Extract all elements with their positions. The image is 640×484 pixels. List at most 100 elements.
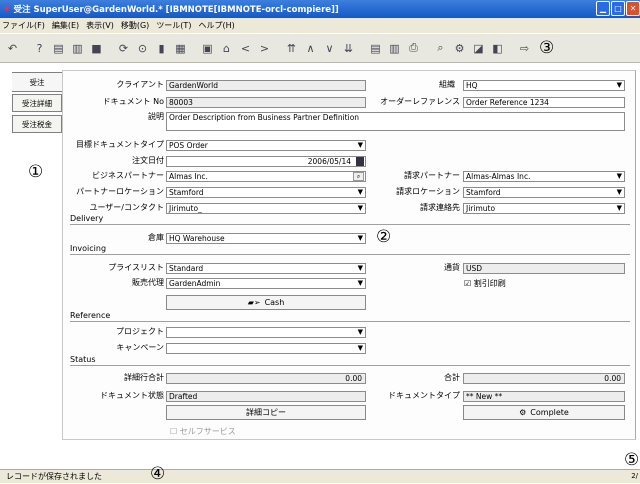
billloc-label: 請求ロケーション bbox=[396, 187, 460, 196]
copy-lines-button[interactable]: 詳細コピー bbox=[166, 405, 366, 420]
invoicing-section-title: Invoicing bbox=[70, 244, 107, 253]
tab-strip: 受注 受注詳細 受注税金 bbox=[12, 72, 62, 136]
first-record-icon[interactable]: ⇈ bbox=[283, 40, 300, 57]
grid-toggle-icon[interactable]: ▦ bbox=[172, 40, 189, 57]
delivery-divider bbox=[70, 224, 630, 225]
cash-icon: ▰➢ bbox=[247, 298, 261, 307]
request-icon[interactable]: ◪ bbox=[470, 40, 487, 57]
tab-order-lines[interactable]: 受注詳細 bbox=[12, 94, 62, 112]
menu-help[interactable]: ヘルプ(H) bbox=[198, 20, 234, 31]
find-icon[interactable]: ⊙ bbox=[134, 40, 151, 57]
orderdate-label: 注文日付 bbox=[132, 156, 164, 165]
docno-field[interactable]: 80003 bbox=[166, 97, 366, 108]
selfservice-label: セルフサービス bbox=[179, 427, 236, 436]
next-icon[interactable]: > bbox=[256, 40, 273, 57]
discount-checkbox[interactable]: ☑ 割引印刷 bbox=[464, 278, 506, 289]
complete-button[interactable]: ⚙ Complete bbox=[463, 405, 625, 420]
selfservice-checkbox[interactable]: ☐ セルフサービス bbox=[170, 426, 236, 437]
report-icon[interactable]: ▤ bbox=[367, 40, 384, 57]
tab-order[interactable]: 受注 bbox=[12, 72, 62, 92]
org-label: 組織 bbox=[439, 80, 455, 89]
status-divider bbox=[70, 365, 630, 366]
billloc-select[interactable]: Stamford bbox=[463, 187, 625, 198]
previous-record-icon[interactable]: ∧ bbox=[302, 40, 319, 57]
menu-tools[interactable]: ツール(T) bbox=[156, 20, 191, 31]
billbp-label: 請求パートナー bbox=[404, 171, 460, 180]
print-icon[interactable]: ⎙ bbox=[405, 40, 422, 57]
window-title: 受注 SuperUser@GardenWorld.* [IBMNOTE[IBMN… bbox=[13, 5, 339, 15]
next-record-icon[interactable]: ∨ bbox=[321, 40, 338, 57]
project-label: プロジェクト bbox=[116, 327, 164, 336]
invoicing-divider bbox=[70, 254, 630, 255]
tab-order-tax[interactable]: 受注税金 bbox=[12, 115, 62, 133]
history-icon[interactable]: ▣ bbox=[199, 40, 216, 57]
exit-icon[interactable]: ⇨ bbox=[516, 40, 533, 57]
archive-icon[interactable]: ▥ bbox=[386, 40, 403, 57]
status-bar: レコードが保存されました ④ 2/ bbox=[0, 466, 640, 483]
targetdoc-select[interactable]: POS Order bbox=[166, 140, 366, 151]
minimize-button[interactable]: ▁ bbox=[596, 1, 610, 16]
salesrep-label: 販売代理 bbox=[132, 278, 164, 287]
calendar-icon[interactable] bbox=[356, 157, 364, 166]
targetdoc-label: 目標ドキュメントタイプ bbox=[76, 140, 164, 149]
linetotal-label: 詳細行合計 bbox=[124, 373, 164, 382]
billcontact-select[interactable]: Jirimuto bbox=[463, 203, 625, 214]
maximize-button[interactable]: □ bbox=[611, 1, 625, 16]
org-select[interactable]: HQ bbox=[463, 80, 625, 91]
last-record-icon[interactable]: ⇊ bbox=[340, 40, 357, 57]
complete-icon: ⚙ bbox=[519, 408, 527, 417]
menu-edit[interactable]: 編集(E) bbox=[52, 20, 79, 31]
salesrep-select[interactable]: GardenAdmin bbox=[166, 278, 366, 289]
home-icon[interactable]: ⌂ bbox=[218, 40, 235, 57]
previous-icon[interactable]: < bbox=[237, 40, 254, 57]
docno-label: ドキュメント No bbox=[102, 97, 164, 106]
menu-file[interactable]: ファイル(F) bbox=[2, 20, 45, 31]
pricelist-select[interactable]: Standard bbox=[166, 263, 366, 274]
new-record-icon[interactable]: ▤ bbox=[50, 40, 67, 57]
annotation-1: ① bbox=[28, 162, 44, 182]
orderref-field[interactable]: Order Reference 1234 bbox=[463, 97, 625, 108]
refresh-icon[interactable]: ⟳ bbox=[115, 40, 132, 57]
grandtotal-field: 0.00 bbox=[463, 373, 625, 384]
cash-button[interactable]: ▰➢ Cash bbox=[166, 295, 366, 310]
copy-lines-label: 詳細コピー bbox=[246, 408, 286, 417]
orderref-label: オーダーレファレンス bbox=[380, 97, 460, 106]
bp-search-icon[interactable]: ⌕ bbox=[353, 172, 364, 181]
bp-field[interactable]: Almas Inc. bbox=[166, 171, 366, 182]
zoom-icon[interactable]: ⌕ bbox=[432, 40, 449, 57]
product-info-icon[interactable]: ◧ bbox=[489, 40, 506, 57]
delivery-section-title: Delivery bbox=[70, 214, 104, 223]
desc-field[interactable]: Order Description from Business Partner … bbox=[166, 112, 625, 131]
save-icon[interactable]: ■ bbox=[88, 40, 105, 57]
project-select[interactable] bbox=[166, 327, 366, 338]
warehouse-select[interactable]: HQ Warehouse bbox=[166, 233, 366, 244]
billbp-select[interactable]: Almas-Almas Inc. bbox=[463, 171, 625, 182]
attachment-icon[interactable]: ▮ bbox=[153, 40, 170, 57]
bploc-label: パートナーロケーション bbox=[76, 187, 164, 196]
reference-divider bbox=[70, 321, 630, 322]
delete-icon[interactable]: ▥ bbox=[69, 40, 86, 57]
status-message: レコードが保存されました bbox=[6, 472, 102, 481]
grandtotal-label: 合計 bbox=[444, 373, 460, 382]
user-select[interactable]: Jirimuto_ bbox=[166, 203, 366, 214]
menu-view[interactable]: 表示(V) bbox=[86, 20, 114, 31]
app-icon: ❦ bbox=[3, 4, 11, 14]
bp-label: ビジネスパートナー bbox=[92, 171, 164, 180]
campaign-select[interactable] bbox=[166, 343, 366, 354]
docstatus-label: ドキュメント状態 bbox=[100, 391, 164, 400]
menu-go[interactable]: 移動(G) bbox=[121, 20, 149, 31]
cash-label: Cash bbox=[264, 298, 285, 307]
doctype-label: ドキュメントタイプ bbox=[388, 391, 460, 400]
orderdate-field[interactable]: 2006/05/14 bbox=[166, 156, 366, 167]
currency-field: USD bbox=[463, 263, 625, 274]
help-icon[interactable]: ? bbox=[31, 40, 48, 57]
close-button[interactable]: ✕ bbox=[626, 1, 640, 16]
docstatus-field: Drafted bbox=[166, 391, 366, 402]
bploc-select[interactable]: Stamford bbox=[166, 187, 366, 198]
workflow-icon[interactable]: ⚙ bbox=[451, 40, 468, 57]
complete-label: Complete bbox=[530, 408, 569, 417]
campaign-label: キャンペーン bbox=[116, 343, 164, 352]
undo-icon[interactable]: ↶ bbox=[4, 40, 21, 57]
warehouse-label: 倉庫 bbox=[148, 233, 164, 242]
status-section-title: Status bbox=[70, 355, 96, 364]
